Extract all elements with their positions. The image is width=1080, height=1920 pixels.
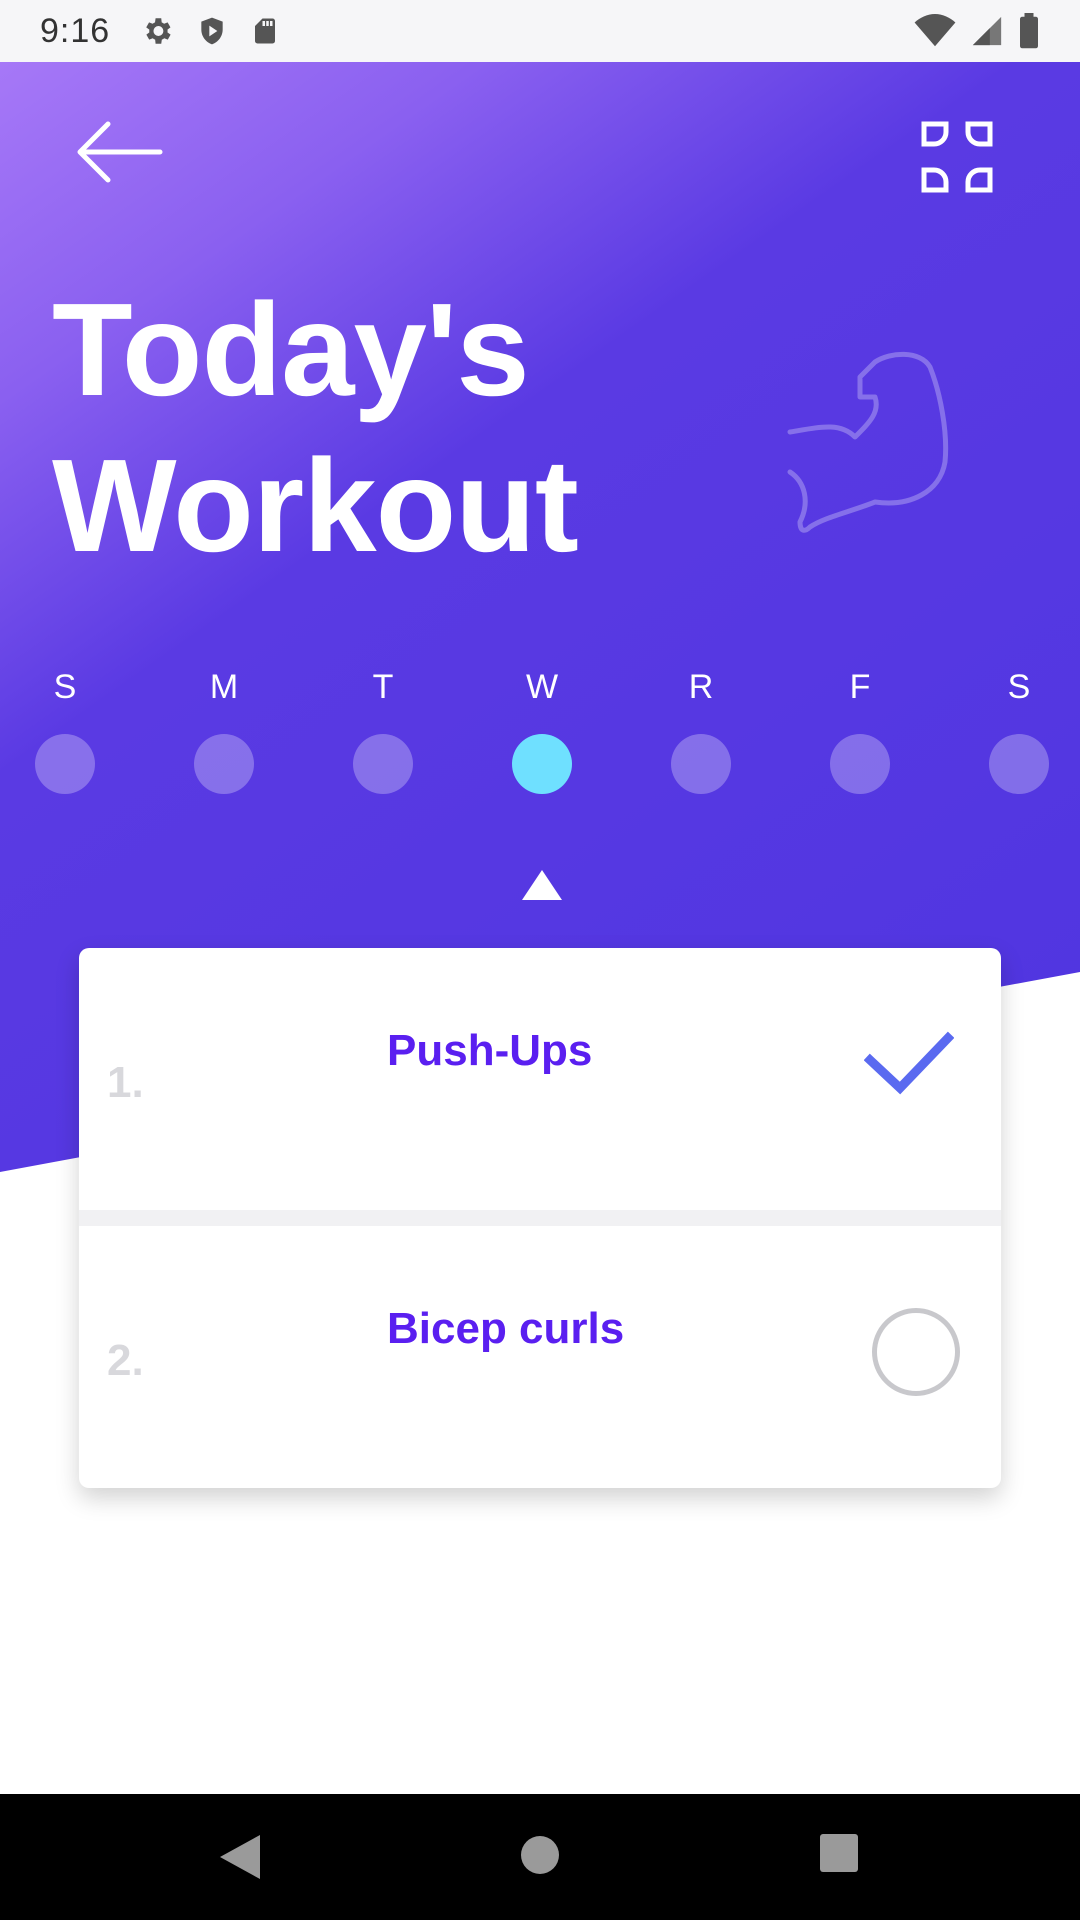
- workout-list-card: 1. Push-Ups 2. Bicep curls: [79, 948, 1001, 1488]
- status-icons-left: [140, 14, 280, 48]
- workout-number: 1.: [107, 1058, 144, 1107]
- gear-icon: [146, 18, 171, 44]
- day-monday[interactable]: M: [179, 662, 269, 794]
- workout-name: Bicep curls: [387, 1304, 625, 1353]
- selected-day-pointer: [522, 870, 562, 900]
- checkmark-icon[interactable]: [864, 1030, 954, 1100]
- navigation-bar: [0, 1794, 1080, 1920]
- workout-name: Push-Ups: [387, 1026, 593, 1075]
- status-time: 9:16: [40, 11, 111, 50]
- shield-icon: [201, 17, 223, 45]
- day-dot[interactable]: [353, 734, 413, 794]
- nav-back-icon[interactable]: [215, 1832, 265, 1882]
- arrow-left-icon: [77, 121, 163, 183]
- day-dot-active[interactable]: [512, 734, 572, 794]
- workout-number: 2.: [107, 1336, 144, 1385]
- empty-circle-icon[interactable]: [872, 1308, 960, 1396]
- day-dot[interactable]: [35, 734, 95, 794]
- title-line-2: Workout: [52, 432, 579, 579]
- menu-grid-button[interactable]: [912, 112, 1002, 202]
- day-sunday[interactable]: S: [20, 662, 110, 794]
- day-label: W: [525, 668, 559, 706]
- day-wednesday[interactable]: W: [497, 662, 587, 794]
- wifi-icon: [914, 14, 956, 47]
- battery-icon: [1020, 13, 1038, 49]
- day-friday[interactable]: F: [815, 662, 905, 794]
- screen: 9:16 Today's Workout S M T W R F S 1. Pu…: [0, 0, 1080, 1920]
- day-dot[interactable]: [671, 734, 731, 794]
- divider: [79, 1210, 1001, 1226]
- day-label: M: [209, 668, 239, 706]
- bicep-icon: [787, 351, 949, 533]
- workout-item-push-ups[interactable]: 1. Push-Ups: [79, 948, 1001, 1210]
- day-dot[interactable]: [194, 734, 254, 794]
- day-selector: S M T W R F S: [0, 662, 1080, 794]
- signal-icon: [972, 16, 1002, 46]
- grid-icon: [921, 121, 993, 193]
- day-saturday[interactable]: S: [974, 662, 1064, 794]
- day-thursday[interactable]: R: [656, 662, 746, 794]
- day-tuesday[interactable]: T: [338, 662, 428, 794]
- title-line-1: Today's: [52, 276, 530, 423]
- nav-home-icon[interactable]: [517, 1832, 563, 1878]
- day-dot[interactable]: [830, 734, 890, 794]
- day-label: S: [53, 668, 77, 706]
- day-label: F: [849, 668, 871, 706]
- day-dot[interactable]: [989, 734, 1049, 794]
- page-title: Today's Workout: [52, 272, 752, 584]
- status-icons-right: [914, 13, 1040, 49]
- day-label: S: [1007, 668, 1031, 706]
- workout-item-bicep-curls[interactable]: 2. Bicep curls: [79, 1226, 1001, 1488]
- day-label: T: [372, 668, 394, 706]
- sd-card-icon: [255, 18, 276, 44]
- status-bar: 9:16: [0, 0, 1080, 62]
- back-button[interactable]: [70, 112, 180, 202]
- day-label: R: [688, 668, 714, 706]
- nav-recents-icon[interactable]: [818, 1832, 860, 1874]
